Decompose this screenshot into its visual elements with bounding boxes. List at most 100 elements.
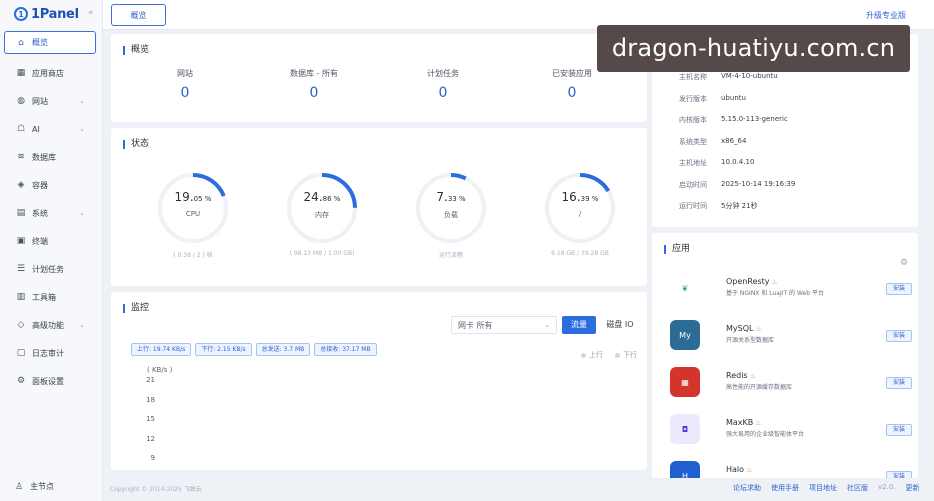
sidebar-item-diamond[interactable]: ◇ 高级功能 ⌄ — [4, 311, 96, 339]
node-switcher[interactable]: ♙ 主节点 — [14, 481, 54, 492]
gauge-value-dec: 33 % — [447, 195, 466, 203]
sidebar-item-label: 面板设置 — [32, 376, 64, 386]
sidebar-item-toolbox[interactable]: ▥ 工具箱 — [4, 283, 96, 311]
hot-icon: ♨ — [746, 466, 753, 474]
settings-icon[interactable]: ⚙ — [900, 258, 908, 268]
install-button[interactable]: 安装 — [886, 283, 912, 295]
update-link[interactable]: 更新 — [906, 483, 920, 493]
gauge-value-dec: 05 % — [193, 195, 212, 203]
gauge-label: / — [578, 210, 582, 218]
system-info-value: ubuntu — [721, 93, 746, 102]
install-button[interactable]: 安装 — [886, 377, 912, 389]
overview-installed-apps[interactable]: 已安装应用 0 — [512, 68, 632, 101]
app-list-item[interactable]: ▦ Redis ♨ 高性能的开源缓存数据库 安装 — [670, 367, 912, 409]
overview-websites[interactable]: 网站 0 — [125, 68, 245, 101]
chevron-down-icon: ⌄ — [544, 321, 550, 329]
sidebar-item-globe[interactable]: ◍ 网站 ⌄ — [4, 87, 96, 115]
app-name: MySQL ♨ — [726, 324, 762, 333]
system-info-key: 系统类型 — [679, 137, 707, 146]
gauge-track — [416, 173, 486, 243]
sidebar-item-label: 高级功能 — [32, 320, 64, 330]
gauge-ring — [545, 173, 615, 243]
sidebar-item-apps[interactable]: ▦ 应用商店 — [4, 59, 96, 87]
overview-databases[interactable]: 数据库 - 所有 0 — [254, 68, 374, 101]
halo-icon: H — [670, 461, 700, 478]
maxkb-icon: ◘ — [670, 414, 700, 444]
legend-download[interactable]: 下行 — [615, 350, 637, 360]
app-logo-glyph: ◘ — [681, 424, 689, 434]
sidebar-item-container[interactable]: ◈ 容器 — [4, 171, 96, 199]
y-tick-label: 9 — [150, 454, 155, 462]
gauge-value-int: 19. — [174, 190, 194, 204]
manual-link[interactable]: 使用手册 — [771, 483, 799, 493]
forum-link[interactable]: 论坛求助 — [733, 483, 761, 493]
gauge-value: 19.05 % — [153, 190, 233, 204]
status-gauge[interactable]: 19.05 % CPU — [153, 168, 233, 248]
gauge-detail: 运行流畅 — [438, 252, 463, 259]
chart-legend: 上行 下行 — [581, 350, 637, 360]
traffic-stats: 上行: 19.74 KB/s 下行: 2.15 KB/s 总发送: 3.7 MB 总接… — [131, 343, 377, 356]
database-icon: ≋ — [17, 152, 25, 162]
overview-label: 计划任务 — [427, 69, 459, 78]
chevron-down-icon: ⌄ — [79, 321, 85, 329]
install-button[interactable]: 安装 — [886, 471, 912, 478]
y-tick-label: 15 — [146, 415, 155, 423]
nic-select[interactable]: 网卡 所有 ⌄ — [451, 316, 557, 334]
sidebar-item-database[interactable]: ≋ 数据库 — [4, 143, 96, 171]
app-list-item[interactable]: H Halo ♨ 安装 — [670, 461, 912, 478]
system-info-key: 发行版本 — [679, 94, 707, 103]
logo-mark-icon: 1 — [14, 7, 28, 21]
app-name-text: Halo — [726, 465, 745, 474]
project-link[interactable]: 项目地址 — [809, 483, 837, 493]
upgrade-pro-link[interactable]: 升级专业版 — [866, 10, 906, 21]
logo[interactable]: 1 1Panel — [14, 5, 79, 23]
sidebar-item-robot[interactable]: ☖ AI ⌄ — [4, 115, 96, 143]
system-info-row: 内核版本 5.15.0-113-generic — [679, 115, 788, 125]
gauge-value: 24.86 % — [282, 190, 362, 204]
traffic-stat-chip: 上行: 19.74 KB/s — [131, 343, 192, 356]
system-info-value: 5.15.0-113-generic — [721, 115, 788, 123]
home-icon: ⌂ — [18, 37, 24, 48]
chevron-down-icon: ⌄ — [79, 97, 85, 105]
app-list-item[interactable]: ◘ MaxKB ♨ 强大易用的企业级智能体平台 安装 — [670, 414, 912, 456]
install-button[interactable]: 安装 — [886, 424, 912, 436]
system-icon: ▤ — [16, 208, 26, 218]
system-info-row: 运行时间 5分钟 21秒 — [679, 201, 758, 211]
app-name-text: OpenResty — [726, 277, 770, 286]
status-card: 状态 19.05 % CPU ( 0.38 / 2 ) 核 24.86 % 内存 ( 98… — [111, 128, 647, 286]
sidebar-item-gear[interactable]: ⚙ 面板设置 — [4, 367, 96, 395]
node-icon: ♙ — [14, 481, 24, 492]
collapse-sidebar-icon[interactable]: « — [88, 8, 94, 18]
system-info-row: 系统类型 x86_64 — [679, 137, 746, 147]
status-gauge[interactable]: 7.33 % 负载 — [411, 168, 491, 248]
sidebar-item-label: 日志审计 — [32, 348, 64, 358]
traffic-tab-button[interactable]: 流量 — [562, 316, 596, 334]
apps-icon: ▦ — [16, 68, 26, 78]
status-gauge[interactable]: 24.86 % 内存 — [282, 168, 362, 248]
sidebar-item-terminal[interactable]: ▣ 终端 — [4, 227, 96, 255]
gauge-label: 内存 — [315, 211, 329, 219]
gauge-detail: ( 0.38 / 2 ) 核 — [173, 252, 213, 259]
copyright: Copyright © 2014-2025 飞致云 — [110, 486, 202, 493]
app-list-item[interactable]: My MySQL ♨ 开源关系型数据库 安装 — [670, 320, 912, 362]
edition-link[interactable]: 社区版 — [847, 483, 868, 493]
overview-card: 概览 网站 0 数据库 - 所有 0 计划任务 0 已安装应用 0 — [111, 34, 647, 122]
sidebar-item-system[interactable]: ▤ 系统 ⌄ — [4, 199, 96, 227]
gauge-value-dec: 39 % — [580, 195, 599, 203]
redis-icon: ▦ — [670, 367, 700, 397]
overview-value: 0 — [180, 85, 190, 101]
overview-cronjobs[interactable]: 计划任务 0 — [383, 68, 503, 101]
sidebar-item-task[interactable]: ☰ 计划任务 — [4, 255, 96, 283]
app-list-item[interactable]: ❦ OpenResty ♨ 基于 NGINX 和 LuaJIT 的 Web 平台 安装 — [670, 273, 912, 315]
tab-overview[interactable]: 概览 — [111, 4, 166, 26]
status-gauge[interactable]: 16.39 % / — [540, 168, 620, 248]
sidebar-item-log[interactable]: ▢ 日志审计 — [4, 339, 96, 367]
y-tick-label: 21 — [146, 376, 155, 384]
legend-upload[interactable]: 上行 — [581, 350, 603, 360]
footer-links: 论坛求助 使用手册 项目地址 社区版 v2.0. 更新 — [733, 483, 920, 493]
disk-io-tab-button[interactable]: 磁盘 IO — [600, 316, 640, 334]
toolbox-icon: ▥ — [16, 292, 26, 302]
system-info-key: 内核版本 — [679, 116, 707, 124]
sidebar-item-home[interactable]: ⌂ 概览 — [4, 31, 96, 54]
install-button[interactable]: 安装 — [886, 330, 912, 342]
